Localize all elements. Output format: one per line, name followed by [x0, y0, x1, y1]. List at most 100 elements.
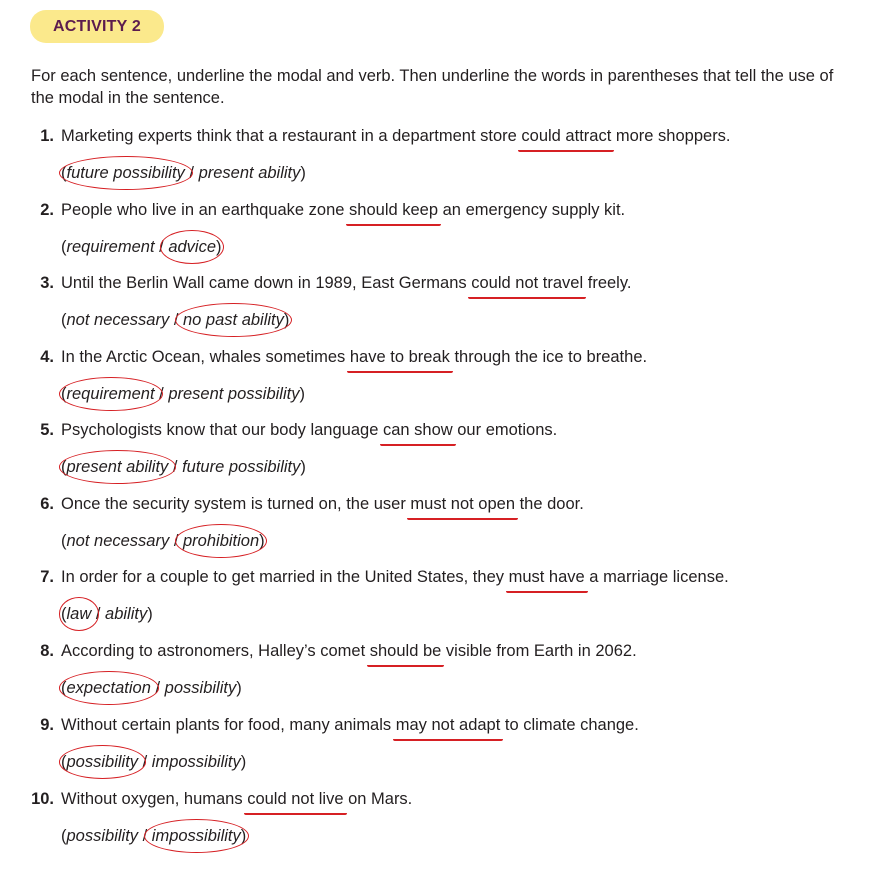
- item-number: 8.: [40, 642, 54, 660]
- choice-option-2[interactable]: possibility: [165, 678, 237, 698]
- item-number: 3.: [40, 274, 54, 292]
- use-choices: (possibility / impossibility): [58, 745, 247, 779]
- choice-option-2[interactable]: future possibility: [182, 457, 300, 477]
- sentence-text-after: our emotions.: [452, 421, 558, 439]
- modal-verb-underlined: should keep: [346, 200, 442, 226]
- sentence-text-after: a marriage license.: [584, 568, 729, 586]
- modal-verb-underlined: must not open: [407, 494, 518, 520]
- close-paren: ): [240, 753, 247, 771]
- choice-option-2[interactable]: present ability: [199, 163, 301, 183]
- sentence-text-before: In order for a couple to get married in …: [61, 568, 509, 586]
- sentence-text-before: According to astronomers, Halley’s comet: [61, 642, 370, 660]
- choice-option-2[interactable]: advice: [160, 230, 224, 264]
- modal-verb-underlined: could not travel: [468, 273, 587, 299]
- exercise-item: 6. Once the security system is turned on,…: [0, 494, 873, 568]
- choice-option-1[interactable]: requirement: [58, 377, 163, 411]
- item-sentence: People who live in an earthquake zone sh…: [61, 200, 626, 226]
- item-number: 2.: [40, 201, 54, 219]
- exercise-item: 2. People who live in an earthquake zone …: [0, 200, 873, 274]
- item-number: 4.: [40, 348, 54, 366]
- use-choices: (law / ability): [58, 597, 153, 631]
- sentence-text-before: Marketing experts think that a restauran…: [61, 127, 522, 145]
- exercise-item: 7. In order for a couple to get married i…: [0, 567, 873, 641]
- item-sentence: Marketing experts think that a restauran…: [61, 126, 731, 152]
- choice-option-2[interactable]: impossibility: [143, 819, 249, 853]
- choice-option-2[interactable]: present possibility: [168, 384, 299, 404]
- choice-option-2[interactable]: impossibility: [152, 752, 241, 772]
- sentence-text-after: to climate change.: [500, 716, 639, 734]
- close-paren: ): [236, 679, 242, 697]
- exercise-item: 1. Marketing experts think that a restaur…: [0, 126, 873, 200]
- choice-option-2[interactable]: no past ability: [175, 303, 292, 337]
- sentence-text-before: In the Arctic Ocean, whales sometimes: [61, 348, 350, 366]
- modal-verb-underlined: could attract: [518, 126, 615, 152]
- choice-option-1[interactable]: not necessary: [67, 531, 170, 551]
- exercise-item: 5. Psychologists know that our body langu…: [0, 420, 873, 494]
- choice-option-2[interactable]: prohibition: [174, 524, 268, 558]
- choice-option-2[interactable]: ability: [105, 604, 147, 624]
- exercise-item: 9. Without certain plants for food, many …: [0, 715, 873, 789]
- use-choices: (possibility / impossibility): [61, 819, 249, 853]
- choice-option-1[interactable]: expectation: [58, 671, 160, 705]
- item-sentence: Without oxygen, humans could not live on…: [61, 789, 413, 815]
- use-choices: (not necessary / no past ability): [61, 303, 292, 337]
- close-paren: ): [147, 605, 153, 623]
- use-choices: (expectation / possibility): [58, 671, 242, 705]
- exercise-item: 3. Until the Berlin Wall came down in 198…: [0, 273, 873, 347]
- sentence-text-before: Until the Berlin Wall came down in 1989,…: [61, 274, 472, 292]
- sentence-text-before: Without oxygen, humans: [61, 790, 248, 808]
- item-sentence: Psychologists know that our body languag…: [61, 420, 558, 446]
- modal-verb-underlined: should be: [366, 641, 445, 667]
- exercise-item: 4. In the Arctic Ocean, whales sometimes …: [0, 347, 873, 421]
- sentence-text-after: on Mars.: [343, 790, 413, 808]
- sentence-text-before: People who live in an earthquake zone: [61, 201, 350, 219]
- item-sentence: Once the security system is turned on, t…: [61, 494, 584, 520]
- instructions-text: For each sentence, underline the modal a…: [31, 67, 834, 107]
- choice-option-1[interactable]: requirement: [67, 237, 155, 257]
- activity-label: ACTIVITY 2: [53, 18, 141, 35]
- item-number: 9.: [40, 716, 54, 734]
- use-choices: (not necessary / prohibition): [61, 524, 268, 558]
- modal-verb-underlined: could not live: [244, 789, 347, 815]
- choice-option-1[interactable]: possibility: [67, 826, 139, 846]
- item-number: 5.: [40, 421, 54, 439]
- choice-option-1[interactable]: present ability: [58, 450, 177, 484]
- close-paren: ): [300, 458, 306, 476]
- choice-option-1[interactable]: law: [58, 597, 99, 631]
- sentence-text-after: more shoppers.: [611, 127, 731, 145]
- exercise-item: 10. Without oxygen, humans could not live…: [0, 789, 873, 863]
- sentence-text-after: the door.: [515, 495, 584, 513]
- sentence-text-before: Without certain plants for food, many an…: [61, 716, 396, 734]
- item-sentence: According to astronomers, Halley’s comet…: [61, 641, 637, 667]
- item-sentence: In the Arctic Ocean, whales sometimes ha…: [61, 347, 648, 373]
- choice-option-1[interactable]: future possibility: [58, 156, 194, 190]
- sentence-text-after: freely.: [583, 274, 632, 292]
- use-choices: (present ability / future possibility): [58, 450, 306, 484]
- modal-verb-underlined: must have: [505, 567, 588, 593]
- sentence-text-after: an emergency supply kit.: [438, 201, 626, 219]
- close-paren: ): [300, 164, 306, 182]
- use-choices: (future possibility / present ability): [58, 156, 306, 190]
- use-choices: (requirement / advice): [61, 230, 224, 264]
- choice-option-1[interactable]: not necessary: [67, 310, 170, 330]
- item-sentence: Without certain plants for food, many an…: [61, 715, 639, 741]
- item-number: 7.: [40, 568, 54, 586]
- close-paren: ): [299, 385, 305, 403]
- choice-option-1[interactable]: possibility: [58, 745, 146, 779]
- sentence-text-after: visible from Earth in 2062.: [441, 642, 637, 660]
- modal-verb-underlined: may not adapt: [392, 715, 504, 741]
- item-number: 1.: [40, 127, 54, 145]
- sentence-text-after: through the ice to breathe.: [449, 348, 648, 366]
- item-number: 6.: [40, 495, 54, 513]
- activity-page: ACTIVITY 2 For each sentence, underline …: [0, 0, 873, 880]
- sentence-text-before: Psychologists know that our body languag…: [61, 421, 383, 439]
- item-sentence: In order for a couple to get married in …: [61, 567, 729, 593]
- modal-verb-underlined: can show: [379, 420, 456, 446]
- modal-verb-underlined: have to break: [346, 347, 453, 373]
- sentence-text-before: Once the security system is turned on, t…: [61, 495, 411, 513]
- use-choices: (requirement / present possibility): [58, 377, 305, 411]
- exercise-item: 8. According to astronomers, Halley’s com…: [0, 641, 873, 715]
- activity-badge: ACTIVITY 2: [30, 10, 164, 43]
- item-sentence: Until the Berlin Wall came down in 1989,…: [61, 273, 632, 299]
- item-number: 10.: [31, 790, 54, 808]
